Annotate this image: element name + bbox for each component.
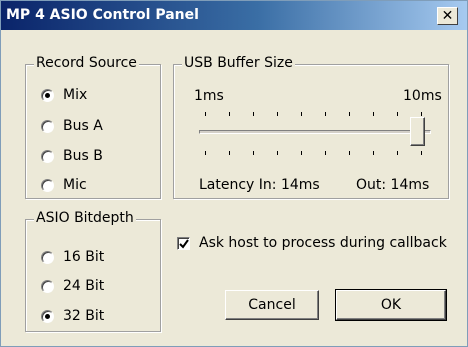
radio-icon: [41, 250, 54, 264]
radio-mix[interactable]: Mix: [41, 87, 87, 103]
radio-bus-a-label: Bus A: [63, 118, 103, 134]
slider-tick: [253, 112, 254, 116]
buffer-max-label: 10ms: [403, 88, 442, 104]
radio-mic[interactable]: Mic: [41, 177, 87, 193]
radio-32-bit[interactable]: 32 Bit: [41, 308, 104, 324]
title-bar[interactable]: MP 4 ASIO Control Panel ✕: [1, 1, 467, 30]
latency-in-label: Latency In: 14ms: [199, 177, 320, 193]
radio-32-bit-label: 32 Bit: [63, 308, 105, 324]
radio-icon: [41, 279, 54, 293]
slider-tick: [397, 112, 398, 116]
checkmark-icon: [179, 238, 189, 249]
buffer-min-label: 1ms: [194, 88, 224, 104]
window-title: MP 4 ASIO Control Panel: [6, 7, 199, 23]
radio-24-bit-label: 24 Bit: [63, 278, 105, 294]
radio-icon: [41, 88, 54, 102]
radio-mic-label: Mic: [63, 177, 87, 193]
slider-tick: [205, 112, 206, 116]
radio-bus-a[interactable]: Bus A: [41, 118, 103, 134]
slider-tick: [349, 112, 350, 116]
radio-icon: [41, 149, 54, 163]
ask-host-checkbox-row[interactable]: Ask host to process during callback: [177, 235, 447, 251]
close-button[interactable]: ✕: [437, 7, 458, 25]
slider-tick: [229, 112, 230, 116]
usb-buffer-legend: USB Buffer Size: [182, 55, 295, 71]
radio-bus-b[interactable]: Bus B: [41, 148, 103, 164]
asio-control-panel-window: MP 4 ASIO Control Panel ✕ Record Source …: [0, 0, 468, 347]
slider-tick: [253, 151, 254, 155]
slider-tick: [421, 112, 422, 116]
ok-button[interactable]: OK: [335, 289, 447, 321]
asio-bitdepth-legend: ASIO Bitdepth: [34, 210, 136, 226]
slider-tick: [277, 112, 278, 116]
ask-host-label: Ask host to process during callback: [199, 235, 447, 251]
ask-host-checkbox[interactable]: [177, 236, 190, 250]
close-icon: ✕: [441, 8, 454, 24]
radio-icon: [41, 309, 54, 323]
slider-tick: [301, 112, 302, 116]
slider-tick: [325, 112, 326, 116]
latency-out-label: Out: 14ms: [356, 177, 430, 193]
cancel-button[interactable]: Cancel: [225, 290, 319, 320]
slider-tick: [373, 151, 374, 155]
radio-icon: [41, 119, 54, 133]
slider-tick: [397, 151, 398, 155]
slider-tick: [229, 151, 230, 155]
slider-tick: [277, 151, 278, 155]
radio-24-bit[interactable]: 24 Bit: [41, 278, 104, 294]
slider-thumb[interactable]: [410, 117, 425, 146]
slider-tick: [325, 151, 326, 155]
slider-tick: [349, 151, 350, 155]
radio-16-bit-label: 16 Bit: [63, 249, 105, 265]
slider-tick: [205, 151, 206, 155]
slider-tick: [301, 151, 302, 155]
radio-icon: [41, 178, 54, 192]
radio-bus-b-label: Bus B: [63, 148, 103, 164]
radio-16-bit[interactable]: 16 Bit: [41, 249, 104, 265]
radio-mix-label: Mix: [63, 87, 88, 103]
slider-track[interactable]: [199, 130, 431, 134]
record-source-legend: Record Source: [34, 55, 139, 71]
slider-tick: [373, 112, 374, 116]
slider-tick: [421, 151, 422, 155]
